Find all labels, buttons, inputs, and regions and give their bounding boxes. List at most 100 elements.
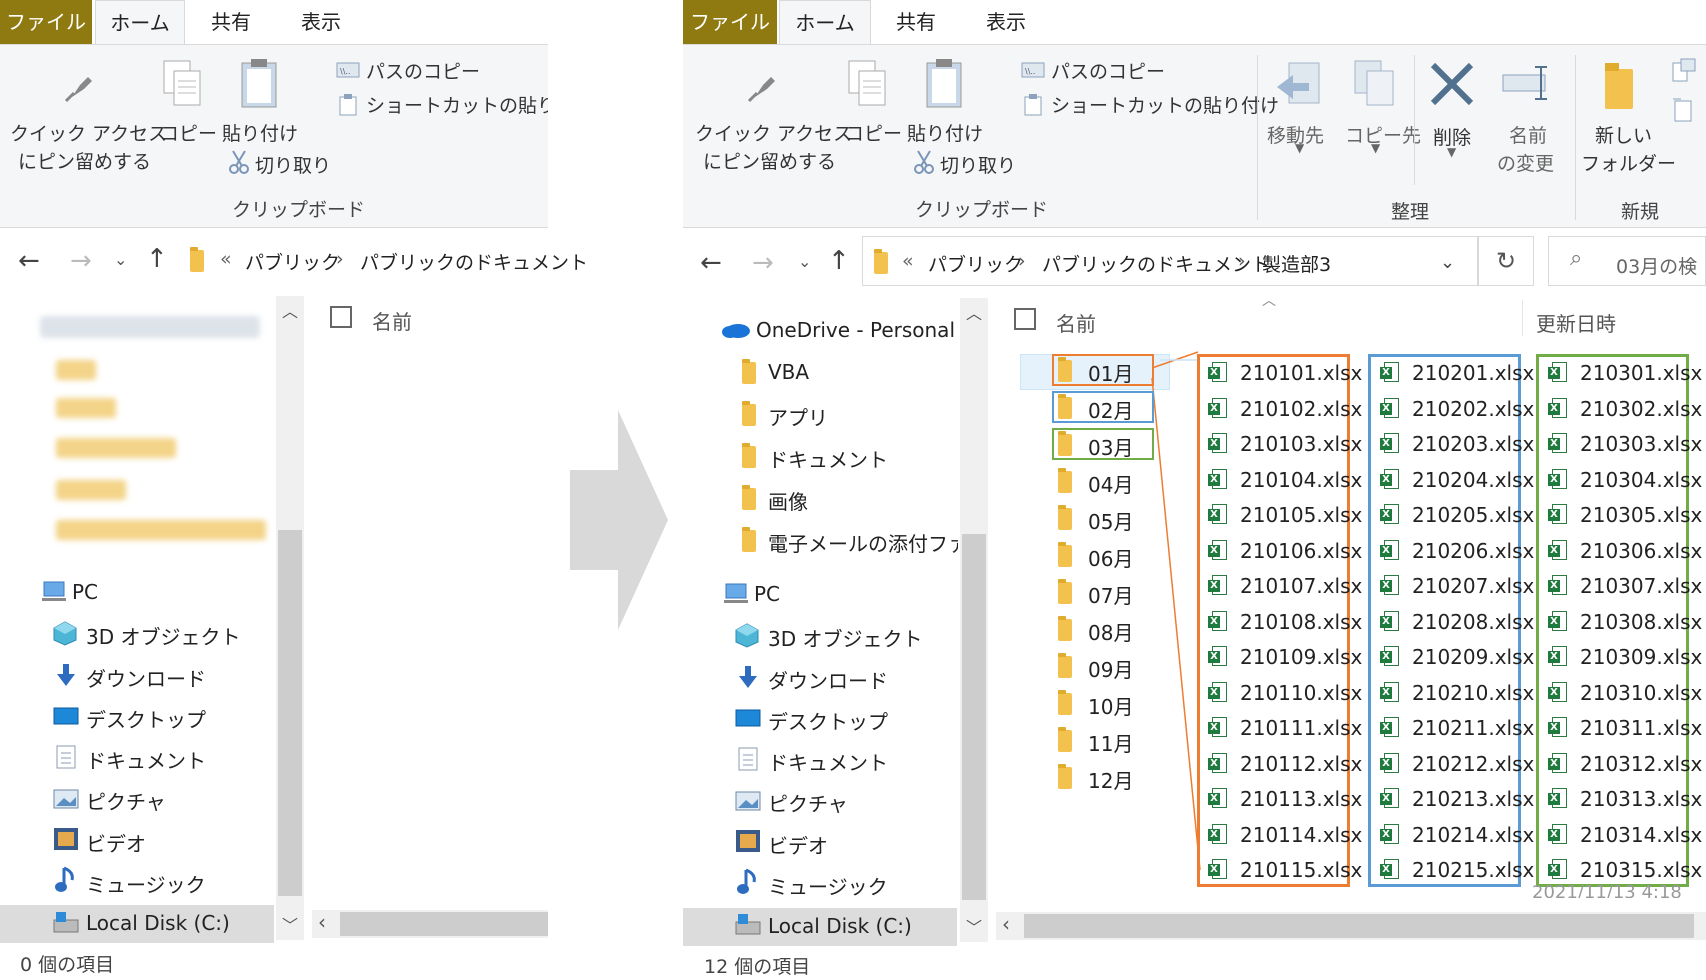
file-item[interactable]: 210115.xlsx (1240, 858, 1362, 882)
file-item[interactable]: 210309.xlsx (1580, 645, 1702, 669)
nav-left-3d[interactable]: 3D オブジェクト (86, 621, 240, 650)
file-item[interactable]: 210311.xlsx (1580, 716, 1702, 740)
month-folder-item[interactable]: 05月 (1088, 506, 1133, 535)
copy-path-label[interactable]: パスのコピー (366, 57, 480, 84)
nav-right-local-disk[interactable]: Local Disk (C:) (768, 914, 912, 938)
scroll-up-icon[interactable]: ︿ (282, 298, 298, 322)
tab-share[interactable]: 共有 (873, 0, 959, 44)
file-item[interactable]: 210206.xlsx (1412, 539, 1534, 563)
file-item[interactable]: 210303.xlsx (1580, 432, 1702, 456)
copy-to-label[interactable]: コピー先 (1345, 121, 1421, 148)
paste-label[interactable]: 貼り付け (222, 119, 298, 146)
file-item[interactable]: 210313.xlsx (1580, 787, 1702, 811)
paste-shortcut-icon[interactable] (338, 93, 358, 117)
file-item[interactable]: 210204.xlsx (1412, 468, 1534, 492)
month-folder-item[interactable]: 09月 (1088, 654, 1133, 683)
nav-left-music[interactable]: ミュージック (86, 869, 206, 898)
nav-back-button[interactable]: ← (700, 248, 722, 278)
month-folder-item[interactable]: 01月 (1088, 358, 1133, 387)
move-to-icon[interactable] (1275, 59, 1325, 113)
select-all-checkbox[interactable] (1014, 308, 1036, 330)
delete-icon[interactable] (1429, 61, 1475, 107)
h-scroll-thumb-left[interactable] (340, 912, 548, 936)
paste-shortcut-icon[interactable] (1023, 93, 1043, 117)
file-item[interactable]: 210214.xlsx (1412, 823, 1534, 847)
file-item[interactable]: 210306.xlsx (1580, 539, 1702, 563)
recent-dropdown-icon[interactable]: ⌄ (798, 252, 811, 271)
nav-left-downloads[interactable]: ダウンロード (86, 663, 206, 692)
nav-forward-button[interactable]: → (70, 246, 92, 276)
file-item[interactable]: 210112.xlsx (1240, 752, 1362, 776)
rename-label-2[interactable]: の変更 (1497, 149, 1554, 176)
tab-home[interactable]: ホーム (779, 0, 871, 45)
file-item[interactable]: 210301.xlsx (1580, 361, 1702, 385)
tab-file[interactable]: ファイル (0, 0, 92, 44)
file-item[interactable]: 210315.xlsx (1580, 858, 1702, 882)
nav-right-images[interactable]: 画像 (768, 486, 808, 515)
nav-right-documents[interactable]: ドキュメント (768, 747, 888, 776)
cut-label[interactable]: 切り取り (255, 151, 331, 178)
recent-dropdown-icon[interactable]: ⌄ (114, 250, 127, 269)
nav-right-attachments[interactable]: 電子メールの添付ファイ (768, 528, 958, 557)
file-item[interactable]: 210305.xlsx (1580, 503, 1702, 527)
paste-shortcut-label[interactable]: ショートカットの貼り付け (1051, 91, 1279, 118)
nav-left-videos[interactable]: ビデオ (86, 828, 146, 857)
copy-label[interactable]: コピー (845, 119, 902, 146)
nav-right-pc[interactable]: PC (754, 582, 780, 606)
nav-left-pc[interactable]: PC (72, 580, 98, 604)
file-item[interactable]: 210105.xlsx (1240, 503, 1362, 527)
search-placeholder[interactable]: 03月の検 (1616, 252, 1697, 279)
file-item[interactable]: 210207.xlsx (1412, 574, 1534, 598)
pin-icon[interactable] (58, 67, 98, 107)
month-folder-item[interactable]: 03月 (1088, 432, 1133, 461)
refresh-icon[interactable]: ↻ (1478, 236, 1534, 286)
month-folder-item[interactable]: 06月 (1088, 543, 1133, 572)
nav-forward-button[interactable]: → (752, 248, 774, 278)
file-item[interactable]: 210103.xlsx (1240, 432, 1362, 456)
file-item[interactable]: 210211.xlsx (1412, 716, 1534, 740)
file-item[interactable]: 210107.xlsx (1240, 574, 1362, 598)
file-item[interactable]: 210304.xlsx (1580, 468, 1702, 492)
nav-up-button[interactable]: ↑ (146, 244, 168, 274)
month-folder-item[interactable]: 12月 (1088, 765, 1133, 794)
file-item[interactable]: 210209.xlsx (1412, 645, 1534, 669)
select-all-checkbox[interactable] (330, 306, 352, 328)
new-folder-icon[interactable] (1597, 59, 1641, 113)
address-segment-current[interactable]: 製造部3 (1262, 250, 1331, 277)
address-overflow[interactable]: « (902, 250, 914, 272)
nav-right-3d[interactable]: 3D オブジェクト (768, 623, 922, 652)
address-dropdown-icon[interactable]: ⌄ (1440, 252, 1455, 273)
nav-right-pictures[interactable]: ピクチャ (768, 788, 848, 817)
file-item[interactable]: 210106.xlsx (1240, 539, 1362, 563)
tab-view[interactable]: 表示 (963, 0, 1049, 44)
pin-label-1[interactable]: クイック アクセス (10, 119, 167, 146)
pin-label-1[interactable]: クイック アクセス (695, 119, 852, 146)
copy-path-icon[interactable]: \\.. (336, 61, 360, 79)
nav-left-scroll-thumb[interactable] (278, 530, 302, 896)
month-folder-item[interactable]: 07月 (1088, 580, 1133, 609)
month-folder-item[interactable]: 08月 (1088, 617, 1133, 646)
nav-right-scroll-thumb[interactable] (962, 534, 986, 900)
new-item-icon[interactable] (1669, 57, 1699, 87)
file-item[interactable]: 210111.xlsx (1240, 716, 1362, 740)
rename-icon[interactable] (1501, 63, 1555, 105)
scroll-left-icon[interactable]: ‹ (318, 910, 326, 934)
new-folder-label-1[interactable]: 新しい (1595, 121, 1652, 148)
tab-home[interactable]: ホーム (95, 0, 185, 45)
scroll-up-icon[interactable]: ︿ (966, 300, 982, 324)
month-folder-item[interactable]: 02月 (1088, 395, 1133, 424)
nav-left-local-disk[interactable]: Local Disk (C:) (86, 911, 230, 935)
move-to-dropdown-icon[interactable]: ▼ (1295, 141, 1304, 155)
copy-icon[interactable] (845, 57, 891, 109)
nav-right-videos[interactable]: ビデオ (768, 830, 828, 859)
copy-to-dropdown-icon[interactable]: ▼ (1371, 141, 1380, 155)
pin-icon[interactable] (741, 67, 781, 107)
file-item[interactable]: 210113.xlsx (1240, 787, 1362, 811)
paste-shortcut-label[interactable]: ショートカットの貼り付け (366, 91, 548, 118)
scissors-icon[interactable] (913, 149, 935, 175)
file-item[interactable]: 210308.xlsx (1580, 610, 1702, 634)
month-folder-item[interactable]: 04月 (1088, 469, 1133, 498)
copy-to-icon[interactable] (1351, 57, 1399, 111)
address-segment-public-docs[interactable]: パブリックのドキュメント (1042, 250, 1270, 277)
file-item[interactable]: 210314.xlsx (1580, 823, 1702, 847)
